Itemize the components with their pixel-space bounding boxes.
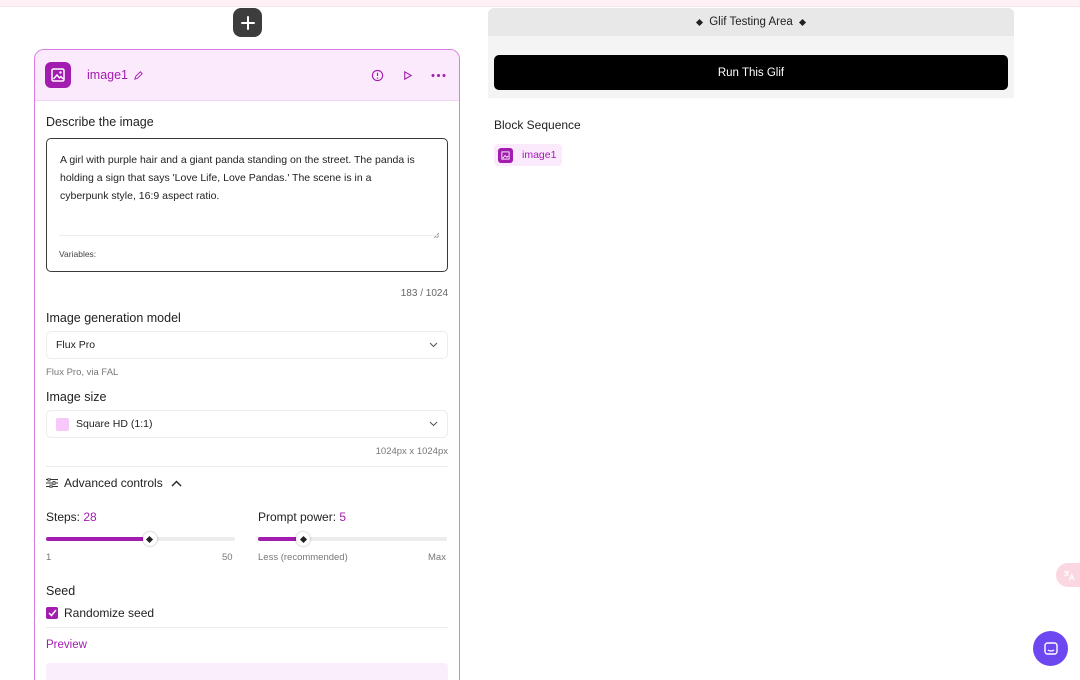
testing-area-title: Glif Testing Area (709, 16, 793, 28)
section-divider (46, 627, 448, 628)
image-block-card: image1 Describe the image A girl with pu… (34, 49, 460, 680)
advanced-controls-label: Advanced controls (64, 476, 163, 490)
block-actions (371, 69, 449, 82)
chevron-down-icon (429, 342, 438, 348)
run-glif-button[interactable]: Run This Glif (494, 55, 1008, 90)
play-icon[interactable] (402, 70, 413, 81)
randomize-seed-label: Randomize seed (64, 606, 155, 620)
randomize-seed-row[interactable]: Randomize seed (46, 606, 154, 620)
model-selected: Flux Pro (56, 339, 96, 351)
info-icon[interactable] (371, 69, 384, 82)
chat-support-button[interactable] (1033, 631, 1068, 666)
diamond-icon (798, 18, 806, 26)
block-name[interactable]: image1 (87, 68, 128, 82)
steps-value: 28 (83, 510, 97, 524)
aspect-swatch-icon (56, 417, 69, 431)
prompt-power-label: Prompt power: (258, 510, 337, 524)
image-block-icon (45, 62, 71, 88)
image-block-icon (498, 147, 513, 163)
glif-testing-area: Glif Testing Area Run This Glif (488, 8, 1014, 98)
chat-icon (1043, 641, 1058, 655)
steps-slider-thumb[interactable] (142, 532, 157, 546)
translate-icon (1063, 570, 1075, 580)
edit-name-icon[interactable] (133, 70, 144, 81)
steps-min: 1 (46, 552, 52, 563)
block-header: image1 (35, 50, 459, 101)
preview-label[interactable]: Preview (46, 639, 87, 651)
size-select[interactable]: Square HD (1:1) (46, 410, 448, 438)
steps-slider-fill (46, 537, 150, 541)
randomize-seed-checkbox[interactable] (46, 607, 58, 619)
preview-area (46, 663, 448, 680)
steps-label-row: Steps: 28 (46, 510, 97, 524)
prompt-power-max: Max (428, 552, 446, 563)
variables-label: Variables: (59, 249, 97, 259)
size-label: Image size (46, 390, 107, 404)
add-block-button[interactable] (233, 8, 262, 37)
advanced-controls-toggle[interactable]: Advanced controls (46, 476, 182, 490)
char-counter: 183 / 1024 (400, 288, 448, 299)
checkmark-icon (47, 609, 57, 617)
section-divider (46, 466, 448, 467)
steps-max: 50 (222, 552, 233, 563)
prompt-power-min: Less (recommended) (258, 552, 348, 563)
testing-area-title-bar: Glif Testing Area (488, 8, 1014, 36)
model-label: Image generation model (46, 311, 181, 325)
sequence-item-label: image1 (522, 149, 557, 161)
resize-handle-icon[interactable] (433, 225, 440, 243)
prompt-text[interactable]: A girl with purple hair and a giant pand… (60, 151, 420, 205)
steps-label: Steps: (46, 510, 81, 524)
size-hint: 1024px x 1024px (375, 446, 448, 457)
chevron-down-icon (429, 421, 438, 427)
model-select[interactable]: Flux Pro (46, 331, 448, 359)
more-options-icon[interactable] (431, 73, 446, 78)
model-hint: Flux Pro, via FAL (46, 367, 119, 378)
chevron-up-icon (171, 480, 182, 487)
prompt-power-value: 5 (339, 510, 347, 524)
sequence-item[interactable]: image1 (494, 144, 563, 166)
sliders-icon (46, 478, 58, 488)
prompt-power-slider[interactable] (258, 532, 447, 546)
prompt-label: Describe the image (46, 115, 154, 129)
prompt-power-label-row: Prompt power: 5 (258, 510, 346, 524)
prompt-divider (59, 235, 437, 236)
size-selected: Square HD (1:1) (76, 418, 153, 430)
steps-slider[interactable] (46, 532, 235, 546)
block-sequence-label: Block Sequence (494, 118, 581, 132)
seed-label: Seed (46, 584, 76, 598)
top-strip (0, 0, 1080, 7)
prompt-power-slider-thumb[interactable] (296, 532, 311, 546)
translate-tab[interactable] (1056, 563, 1080, 587)
plus-icon (240, 15, 255, 30)
diamond-icon (696, 18, 704, 26)
run-glif-label: Run This Glif (717, 66, 785, 79)
prompt-textarea[interactable]: A girl with purple hair and a giant pand… (46, 138, 448, 272)
